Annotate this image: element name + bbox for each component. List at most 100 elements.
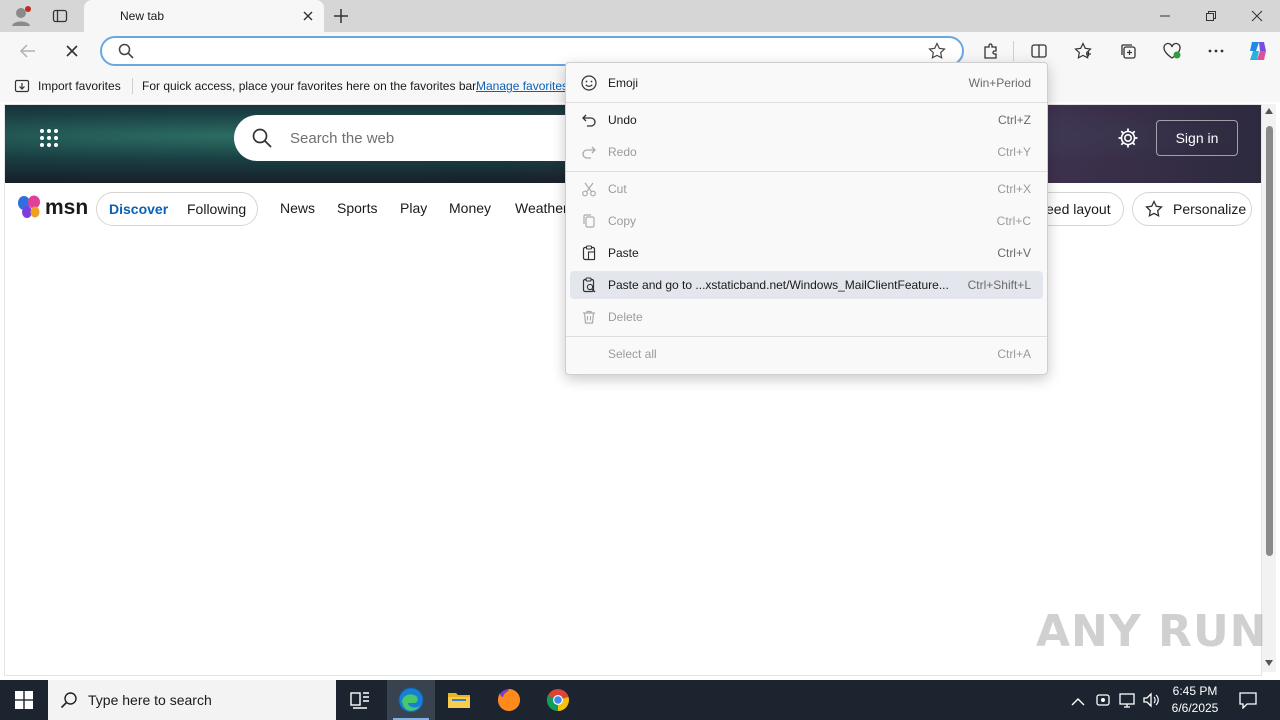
tray-app-icon[interactable]	[1095, 691, 1111, 714]
tab-title: New tab	[120, 9, 165, 23]
favorites-star-icon	[1074, 42, 1092, 59]
close-window-button[interactable]	[1234, 0, 1280, 32]
nav-news[interactable]: News	[280, 200, 315, 216]
taskbar-chrome[interactable]	[534, 680, 582, 720]
context-menu: Emoji Win+Period Undo Ctrl+Z Redo Ctrl+Y…	[565, 62, 1048, 375]
msn-butterfly-icon	[18, 195, 40, 218]
start-button[interactable]	[0, 680, 48, 720]
minimize-button[interactable]	[1142, 0, 1188, 32]
menu-item-label: Copy	[608, 214, 637, 228]
menu-item-label: Paste	[608, 246, 639, 260]
menu-item-label: Redo	[608, 145, 637, 159]
split-screen-icon	[1031, 44, 1047, 58]
menu-item-label: Emoji	[608, 76, 639, 90]
stop-loading-button[interactable]	[58, 37, 86, 65]
settings-more-button[interactable]	[1202, 37, 1230, 65]
task-view-icon	[350, 692, 369, 709]
tab-new-tab[interactable]: New tab	[84, 0, 324, 32]
menu-item-emoji[interactable]: Emoji Win+Period	[570, 69, 1043, 97]
menu-item-shortcut: Ctrl+Y	[997, 145, 1031, 159]
browser-essentials-button[interactable]	[1158, 37, 1186, 65]
restore-icon	[1206, 11, 1216, 21]
nav-play[interactable]: Play	[400, 200, 427, 216]
personalize-label: Personalize	[1173, 201, 1247, 217]
menu-item-shortcut: Ctrl+C	[996, 214, 1031, 228]
nav-sports[interactable]: Sports	[337, 200, 377, 216]
paste-icon	[580, 244, 598, 262]
feed-toggle: Discover Following	[96, 192, 258, 226]
folder-icon	[448, 693, 470, 708]
close-tab-icon[interactable]	[300, 8, 316, 24]
undo-icon	[580, 111, 598, 129]
scroll-down-arrow-icon[interactable]	[1265, 660, 1273, 666]
settings-gear-icon[interactable]	[1117, 127, 1139, 154]
web-search-placeholder: Search the web	[290, 130, 395, 147]
import-favorites-button[interactable]: Import favorites	[38, 79, 121, 93]
taskbar-search-box[interactable]: Type here to search	[48, 680, 336, 720]
menu-item-shortcut: Win+Period	[968, 76, 1031, 90]
close-icon	[1251, 10, 1263, 22]
scroll-up-arrow-icon[interactable]	[1265, 108, 1273, 114]
sign-in-button[interactable]: Sign in	[1156, 120, 1238, 156]
search-icon	[118, 43, 134, 64]
menu-item-undo[interactable]: Undo Ctrl+Z	[570, 106, 1043, 134]
collections-icon	[1121, 44, 1136, 59]
nav-money[interactable]: Money	[449, 200, 491, 216]
new-tab-icon[interactable]	[332, 7, 350, 25]
menu-separator	[566, 336, 1047, 337]
firefox-icon	[498, 689, 520, 711]
feed-layout-label: eed layout	[1046, 201, 1111, 217]
network-icon[interactable]	[1118, 691, 1136, 714]
show-hidden-icons-chevron[interactable]	[1071, 694, 1085, 712]
menu-item-select-all[interactable]: Select all Ctrl+A	[570, 340, 1043, 368]
restore-button[interactable]	[1188, 0, 1234, 32]
collections-button[interactable]	[1114, 37, 1142, 65]
menu-item-label: Paste and go to ...xstaticband.net/Windo…	[608, 278, 949, 292]
redo-icon	[580, 143, 598, 161]
menu-item-redo[interactable]: Redo Ctrl+Y	[570, 138, 1043, 166]
taskbar-edge[interactable]	[387, 680, 435, 720]
extensions-button[interactable]	[977, 37, 1005, 65]
menu-item-paste-and-go[interactable]: Paste and go to ...xstaticband.net/Windo…	[570, 271, 1043, 299]
volume-icon[interactable]	[1142, 691, 1160, 714]
msn-logo-text: msn	[45, 196, 89, 219]
windows-logo-icon	[15, 691, 33, 709]
personalize-button[interactable]: Personalize	[1132, 192, 1252, 226]
msn-logo[interactable]	[17, 195, 43, 224]
menu-item-paste[interactable]: Paste Ctrl+V	[570, 239, 1043, 267]
menu-item-delete[interactable]: Delete	[570, 303, 1043, 331]
taskbar-firefox[interactable]	[485, 680, 533, 720]
menu-item-shortcut: Ctrl+Z	[998, 113, 1031, 127]
taskbar-file-explorer[interactable]	[435, 680, 483, 720]
profile-icon[interactable]	[10, 5, 32, 27]
heartbeat-icon	[1163, 42, 1181, 59]
tab-actions-icon[interactable]	[52, 8, 68, 24]
minimize-icon	[1160, 15, 1170, 17]
import-favorites-icon	[14, 78, 30, 97]
app-launcher-icon[interactable]	[39, 128, 59, 153]
menu-item-copy[interactable]: Copy Ctrl+C	[570, 207, 1043, 235]
web-search-box[interactable]: Search the web	[234, 115, 594, 161]
menu-item-cut[interactable]: Cut Ctrl+X	[570, 175, 1043, 203]
copilot-button[interactable]	[1244, 37, 1272, 65]
nav-weather[interactable]: Weather	[515, 200, 568, 216]
back-button[interactable]	[14, 37, 42, 65]
vertical-scrollbar[interactable]	[1262, 104, 1276, 672]
back-arrow-icon	[19, 44, 35, 58]
menu-item-label: Select all	[608, 347, 657, 361]
manage-favorites-link[interactable]: Manage favorites	[476, 79, 568, 93]
more-dots-icon	[1208, 49, 1224, 53]
search-icon	[60, 691, 78, 714]
notification-center-icon[interactable]	[1238, 691, 1258, 714]
task-view-button[interactable]	[336, 680, 384, 720]
split-screen-button[interactable]	[1025, 37, 1053, 65]
favorites-button[interactable]	[1069, 37, 1097, 65]
tab-following[interactable]: Following	[187, 201, 246, 217]
menu-item-shortcut: Ctrl+X	[997, 182, 1031, 196]
taskbar: Type here to search 6:45 PM 6/6/2025	[0, 680, 1280, 720]
tab-discover[interactable]: Discover	[109, 201, 168, 217]
clock-date: 6/6/2025	[1171, 701, 1219, 715]
scrollbar-thumb[interactable]	[1266, 126, 1273, 556]
system-clock[interactable]: 6:45 PM 6/6/2025	[1160, 683, 1230, 717]
taskbar-search-placeholder: Type here to search	[88, 692, 212, 708]
